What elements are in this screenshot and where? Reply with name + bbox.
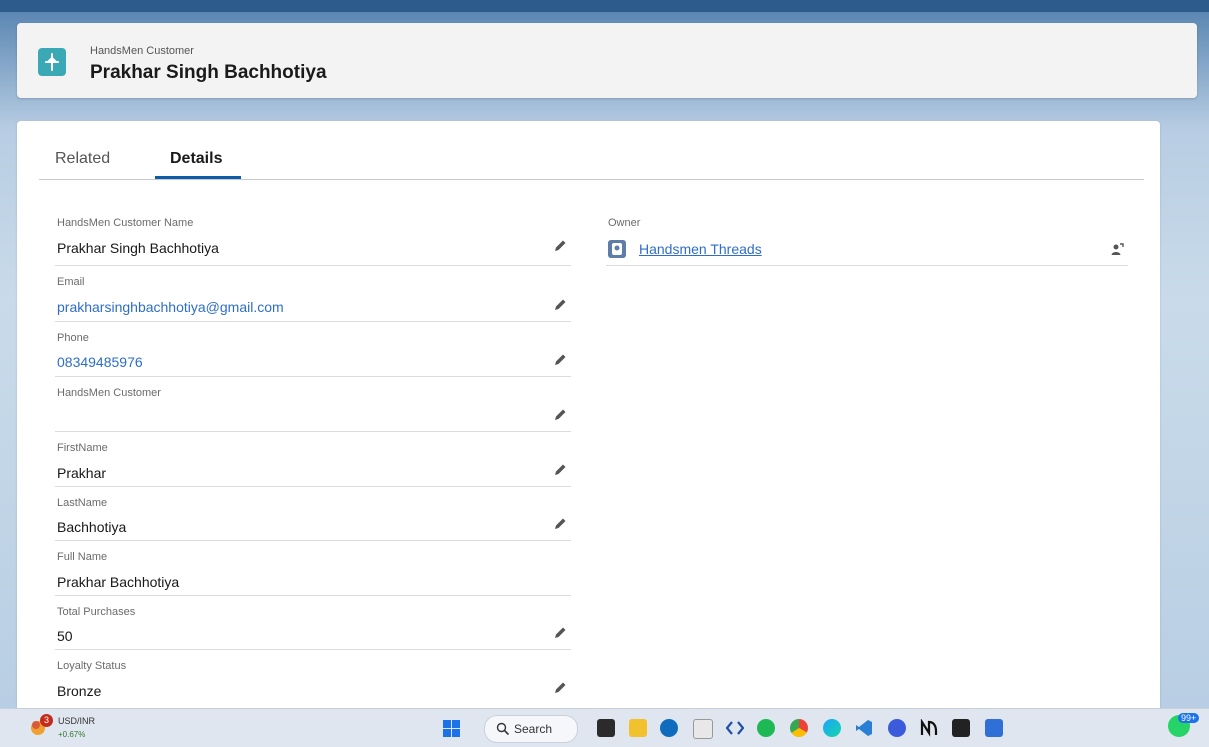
phone-link[interactable]: 08349485976 bbox=[57, 354, 143, 370]
field-divider bbox=[55, 486, 571, 487]
field-first-name: FirstName Prakhar bbox=[55, 442, 571, 490]
field-last-name: LastName Bachhotiya bbox=[55, 497, 571, 545]
edit-pencil-icon[interactable] bbox=[552, 238, 568, 254]
outlook-icon[interactable] bbox=[660, 719, 678, 737]
field-label: Owner bbox=[608, 217, 641, 229]
field-divider bbox=[55, 540, 571, 541]
field-loyalty-status: Loyalty Status Bronze bbox=[55, 660, 571, 708]
notion-icon[interactable] bbox=[920, 718, 938, 737]
field-label: Loyalty Status bbox=[57, 660, 127, 672]
record-title: Prakhar Singh Bachhotiya bbox=[90, 62, 327, 83]
field-divider bbox=[55, 649, 571, 650]
ticker-change: +0.67% bbox=[58, 730, 86, 739]
field-divider bbox=[606, 265, 1128, 266]
edit-pencil-icon[interactable] bbox=[552, 407, 568, 423]
field-divider bbox=[55, 265, 571, 266]
windows-start-icon[interactable] bbox=[443, 720, 460, 737]
edit-pencil-icon[interactable] bbox=[552, 462, 568, 478]
field-label: HandsMen Customer Name bbox=[57, 217, 194, 229]
field-label: Email bbox=[57, 276, 85, 288]
edit-pencil-icon[interactable] bbox=[552, 680, 568, 696]
tab-bar: Related Details bbox=[39, 121, 1144, 180]
field-value: Bachhotiya bbox=[57, 519, 127, 535]
field-divider bbox=[55, 376, 571, 377]
user-avatar-icon bbox=[608, 240, 626, 258]
field-value: 50 bbox=[57, 628, 73, 644]
search-icon bbox=[496, 722, 510, 736]
object-type-label: HandsMen Customer bbox=[90, 45, 194, 57]
search-label: Search bbox=[514, 722, 553, 736]
field-label: Total Purchases bbox=[57, 606, 136, 618]
file-explorer-icon[interactable] bbox=[597, 719, 615, 737]
window-top-band bbox=[0, 0, 1209, 12]
acrobat-icon[interactable] bbox=[693, 719, 713, 739]
field-label: HandsMen Customer bbox=[57, 387, 161, 399]
field-full-name: Full Name Prakhar Bachhotiya bbox=[55, 551, 571, 599]
notification-badge: 3 bbox=[40, 714, 53, 727]
record-detail-card: Related Details HandsMen Customer Name P… bbox=[17, 121, 1160, 721]
object-icon bbox=[38, 48, 66, 76]
cortana-icon[interactable] bbox=[888, 719, 906, 737]
field-customer-name: HandsMen Customer Name Prakhar Singh Bac… bbox=[55, 217, 571, 266]
field-label: Full Name bbox=[57, 551, 108, 563]
field-value: Prakhar Singh Bachhotiya bbox=[57, 240, 219, 256]
change-owner-icon[interactable] bbox=[1109, 241, 1125, 257]
field-divider bbox=[55, 431, 571, 432]
edit-pencil-icon[interactable] bbox=[552, 352, 568, 368]
edit-pencil-icon[interactable] bbox=[552, 516, 568, 532]
terminal-icon[interactable] bbox=[952, 719, 970, 737]
field-phone: Phone 08349485976 bbox=[55, 332, 571, 380]
field-divider bbox=[55, 595, 571, 596]
taskbar-badge: 99+ bbox=[1178, 713, 1200, 723]
ticker-name[interactable]: USD/INR bbox=[58, 716, 95, 726]
taskbar: 3 USD/INR +0.67% Search 99+ bbox=[0, 708, 1209, 747]
field-handsmen-customer: HandsMen Customer bbox=[55, 387, 571, 435]
edge-icon[interactable] bbox=[823, 719, 841, 737]
field-divider bbox=[55, 321, 571, 322]
vscode-icon[interactable] bbox=[855, 719, 873, 737]
field-label: Phone bbox=[57, 332, 89, 344]
field-total-purchases: Total Purchases 50 bbox=[55, 606, 571, 654]
owner-link[interactable]: Handsmen Threads bbox=[639, 241, 762, 257]
field-label: LastName bbox=[57, 497, 108, 509]
edit-pencil-icon[interactable] bbox=[552, 297, 568, 313]
chrome-icon[interactable] bbox=[790, 719, 808, 737]
active-tab-indicator bbox=[155, 176, 241, 179]
tab-details[interactable]: Details bbox=[170, 150, 222, 168]
record-header: HandsMen Customer Prakhar Singh Bachhoti… bbox=[17, 23, 1197, 98]
taskbar-search[interactable]: Search bbox=[484, 715, 578, 743]
field-value: Prakhar bbox=[57, 465, 107, 481]
field-email: Email prakharsinghbachhotiya@gmail.com bbox=[55, 276, 571, 324]
edit-pencil-icon[interactable] bbox=[552, 625, 568, 641]
spotify-icon[interactable] bbox=[757, 719, 775, 737]
folder-icon[interactable] bbox=[629, 719, 647, 737]
field-value: Bronze bbox=[57, 683, 102, 699]
field-label: FirstName bbox=[57, 442, 108, 454]
handsmen-object-icon bbox=[45, 53, 59, 71]
calendar-icon[interactable] bbox=[985, 719, 1003, 737]
field-value: Prakhar Bachhotiya bbox=[57, 574, 180, 590]
email-link[interactable]: prakharsinghbachhotiya@gmail.com bbox=[57, 299, 284, 315]
tab-related[interactable]: Related bbox=[55, 150, 110, 168]
devtools-icon[interactable] bbox=[725, 719, 745, 737]
